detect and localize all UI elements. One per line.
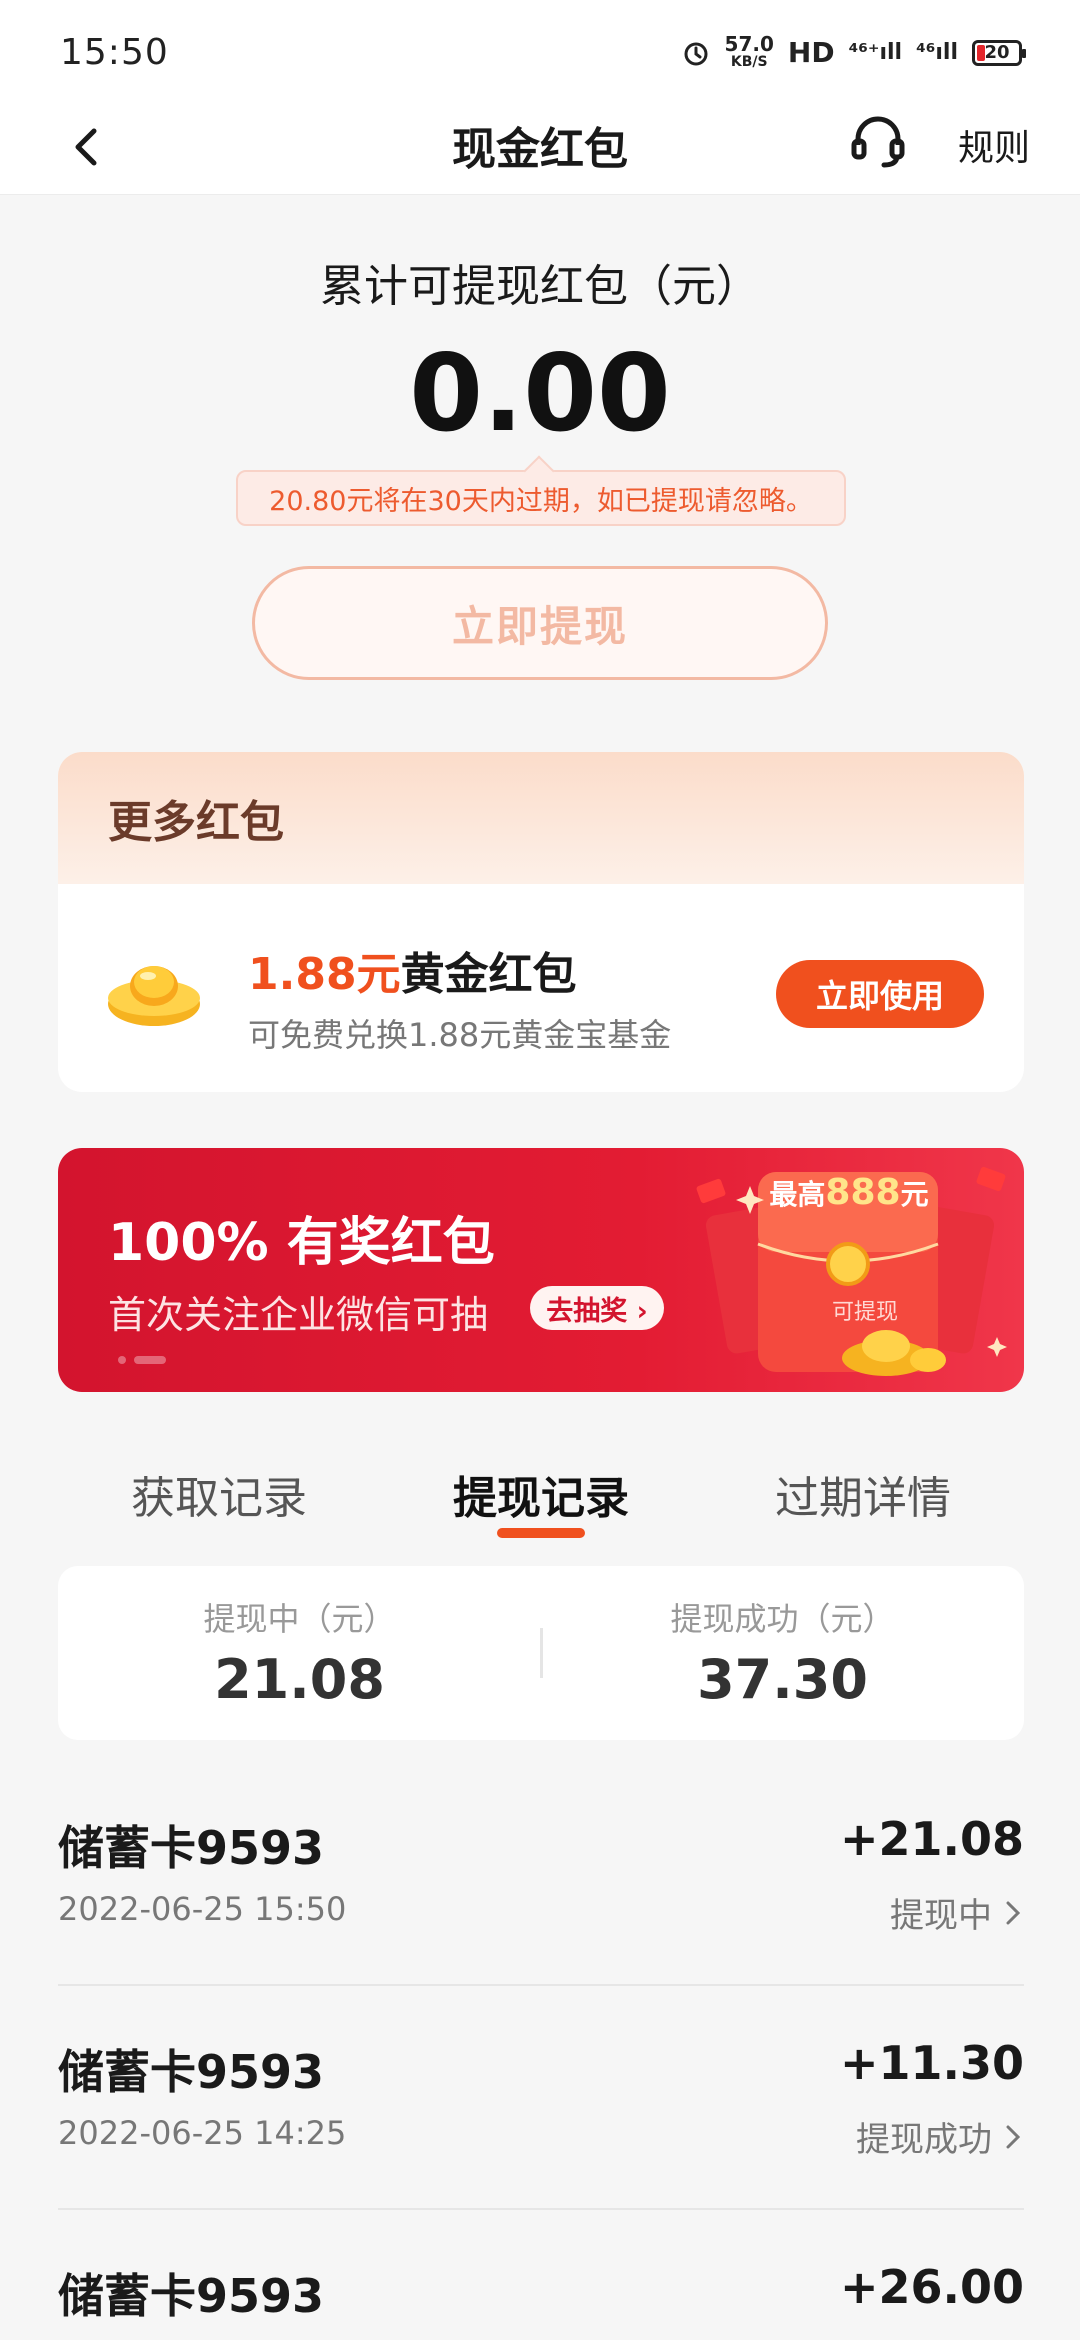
- draw-lottery-button[interactable]: 去抽奖 ›: [530, 1286, 664, 1330]
- alarm-icon: [684, 42, 708, 65]
- record-card-name: 储蓄卡9593: [58, 2269, 325, 2323]
- record-amount: +21.08: [839, 1812, 1024, 1866]
- nav-bar: 现金红包 规则: [0, 105, 1080, 195]
- tab-expire-details[interactable]: 过期详情: [702, 1458, 1024, 1538]
- record-time: 2022-06-25 15:50: [58, 1890, 347, 1928]
- chevron-right-icon: [1006, 2125, 1021, 2148]
- gold-packet-name: 黄金红包: [400, 949, 577, 1000]
- expire-tip: 20.80元将在30天内过期，如已提现请忽略。: [236, 470, 846, 526]
- pending-label: 提现中（元）: [203, 1600, 396, 1638]
- hd-indicator: HD: [787, 36, 835, 69]
- signal-2: ⁴⁶ıll: [916, 40, 958, 65]
- envelope-label: 可提现: [831, 1300, 898, 1325]
- balance-amount: 0.00: [409, 332, 671, 455]
- record-status: 提现成功: [856, 2112, 1024, 2161]
- more-red-packets-title: 更多红包: [58, 752, 1024, 884]
- list-item[interactable]: 储蓄卡9593 2022-06-25 14:25 +11.30 提现成功: [58, 1986, 1024, 2210]
- pending-value: 21.08: [214, 1648, 385, 1711]
- network-speed: 57.0 KB/S: [724, 31, 774, 70]
- list-item[interactable]: 储蓄卡9593 2022-06-25 15:50 +21.08 提现中: [58, 1762, 1024, 1986]
- withdraw-summary: 提现中（元） 21.08 提现成功（元） 37.30: [58, 1566, 1024, 1740]
- banner-title: 100% 有奖红包: [108, 1213, 495, 1273]
- use-now-label: 立即使用: [815, 977, 944, 1015]
- record-time: 2022-06-25 14:25: [58, 2114, 347, 2152]
- rules-link[interactable]: 规则: [958, 119, 1030, 171]
- headset-icon[interactable]: [846, 111, 910, 175]
- record-card-name: 储蓄卡9593: [58, 1821, 325, 1875]
- tab-active-indicator: [497, 1528, 585, 1538]
- signal-1: ⁴⁶⁺ıll: [848, 40, 903, 65]
- page-title: 现金红包: [452, 124, 628, 175]
- success-value: 37.30: [697, 1648, 868, 1711]
- pending-summary: 提现中（元） 21.08: [58, 1594, 541, 1711]
- pager-dot: [118, 1356, 126, 1364]
- banner-subtitle: 首次关注企业微信可抽: [108, 1293, 489, 1337]
- draw-lottery-label: 去抽奖 ›: [546, 1295, 648, 1327]
- record-amount: +11.30: [839, 2036, 1024, 2090]
- banner-pager: [118, 1356, 166, 1364]
- more-red-packets-card: 更多红包 1.88元黄金红包 可免费兑换1.88元黄金宝基金 立即使用: [58, 752, 1024, 1092]
- gold-ingot-icon: [108, 966, 200, 1026]
- status-time: 15:50: [60, 32, 169, 73]
- chevron-right-icon: [1006, 1901, 1021, 1924]
- success-summary: 提现成功（元） 37.30: [541, 1594, 1024, 1711]
- list-item[interactable]: 储蓄卡9593 +26.00: [58, 2210, 1024, 2340]
- success-label: 提现成功（元）: [670, 1600, 895, 1638]
- battery-icon: 20: [972, 39, 1026, 66]
- record-status: 提现中: [890, 1888, 1024, 1937]
- status-bar: 15:50 57.0 KB/S HD ⁴⁶⁺ıll ⁴⁶ıll 20: [0, 0, 1080, 105]
- record-tabs: 获取记录 提现记录 过期详情: [58, 1458, 1024, 1538]
- expire-tip-text: 20.80元将在30天内过期，如已提现请忽略。: [269, 485, 813, 517]
- balance-label: 累计可提现红包（元）: [320, 261, 760, 312]
- envelope-max-amount: 最高888元: [769, 1172, 929, 1213]
- use-now-button[interactable]: 立即使用: [776, 960, 984, 1028]
- tab-withdraw-records[interactable]: 提现记录: [380, 1458, 702, 1538]
- gold-packet-amount: 1.88元: [248, 949, 401, 1000]
- withdraw-button[interactable]: 立即提现: [252, 566, 828, 680]
- gold-packet-title: 1.88元黄金红包: [248, 938, 577, 1002]
- gold-packet-desc: 可免费兑换1.88元黄金宝基金: [248, 1016, 672, 1054]
- pager-dot-active: [134, 1356, 166, 1364]
- battery-level: 20: [984, 42, 1010, 63]
- withdraw-button-label: 立即提现: [451, 601, 628, 651]
- status-icons: 57.0 KB/S HD ⁴⁶⁺ıll ⁴⁶ıll 20: [681, 31, 1026, 71]
- record-card-name: 储蓄卡9593: [58, 2045, 325, 2099]
- record-amount: +26.00: [839, 2260, 1024, 2314]
- tab-obtain-records[interactable]: 获取记录: [58, 1458, 380, 1538]
